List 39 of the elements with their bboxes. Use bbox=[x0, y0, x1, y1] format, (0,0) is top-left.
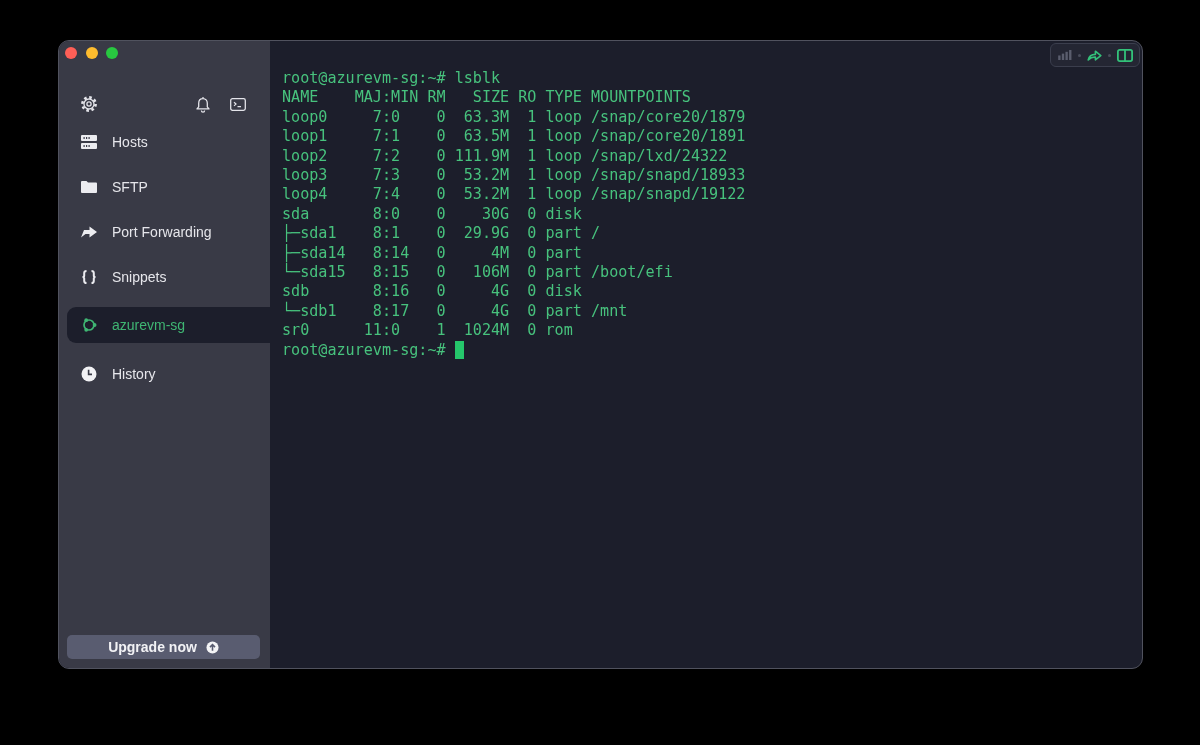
settings-icon[interactable] bbox=[81, 96, 97, 112]
sidebar-item[interactable]: Hosts bbox=[59, 119, 270, 164]
terminal-line: └─sdb1 8:17 0 4G 0 part /mnt bbox=[282, 301, 628, 322]
separator-dot-icon bbox=[1108, 53, 1111, 57]
braces-icon bbox=[81, 269, 97, 284]
terminal-line: sr0 11:0 1 1024M 0 rom bbox=[282, 321, 573, 341]
folder-icon bbox=[81, 180, 97, 193]
separator-dot-icon bbox=[1078, 53, 1081, 57]
sidebar-item[interactable]: azurevm-sg bbox=[67, 307, 270, 343]
terminal-line: loop3 7:3 0 53.2M 1 loop /snap/snapd/18933 bbox=[282, 166, 746, 186]
minimize-window-icon[interactable] bbox=[85, 47, 98, 59]
terminal-line: root@azurevm-sg:~# lsblk bbox=[282, 69, 501, 89]
close-window-icon[interactable] bbox=[65, 47, 77, 59]
terminal-icon[interactable] bbox=[230, 97, 246, 111]
arrow-up-circle-icon bbox=[205, 640, 219, 654]
maximize-window-icon[interactable] bbox=[106, 47, 118, 59]
bell-icon[interactable] bbox=[196, 95, 210, 113]
share-arrow-icon[interactable] bbox=[1087, 49, 1102, 61]
terminal-line: NAME MAJ:MIN RM SIZE RO TYPE MOUNTPOINTS bbox=[282, 88, 691, 108]
terminal-line: └─sda15 8:15 0 106M 0 part /boot/efi bbox=[282, 263, 673, 283]
sidebar-item[interactable]: SFTP bbox=[59, 164, 270, 209]
terminal-line: loop4 7:4 0 53.2M 1 loop /snap/snapd/19122 bbox=[282, 185, 746, 205]
clock-icon bbox=[81, 365, 97, 382]
terminal-line: loop2 7:2 0 111.9M 1 loop /snap/lxd/24322 bbox=[282, 146, 728, 167]
terminal-line: sda 8:0 0 30G 0 disk bbox=[282, 204, 582, 224]
terminal-prompt: root@azurevm-sg:~# bbox=[282, 340, 446, 361]
terminal-line: loop1 7:1 0 63.5M 1 loop /snap/core20/1891 bbox=[282, 127, 746, 147]
ubuntu-logo-icon bbox=[81, 317, 97, 333]
forward-arrow-icon bbox=[81, 225, 97, 238]
sidebar-item[interactable]: History bbox=[59, 351, 270, 396]
terminal-line: sdb 8:16 0 4G 0 disk bbox=[282, 282, 582, 301]
sidebar-item[interactable]: Port Forwarding bbox=[59, 209, 270, 254]
split-view-icon[interactable] bbox=[1117, 48, 1133, 62]
terminal-line: ├─sda1 8:1 0 29.9G 0 part / bbox=[282, 224, 601, 244]
terminal-line: loop0 7:0 0 63.3M 1 loop /snap/core20/1879 bbox=[282, 107, 746, 128]
terminal-line: ├─sda14 8:14 0 4M 0 part bbox=[282, 243, 582, 263]
upgrade-button[interactable]: Upgrade now bbox=[67, 635, 260, 659]
sidebar-item[interactable]: Snippets bbox=[59, 254, 270, 299]
server-icon bbox=[81, 134, 97, 149]
